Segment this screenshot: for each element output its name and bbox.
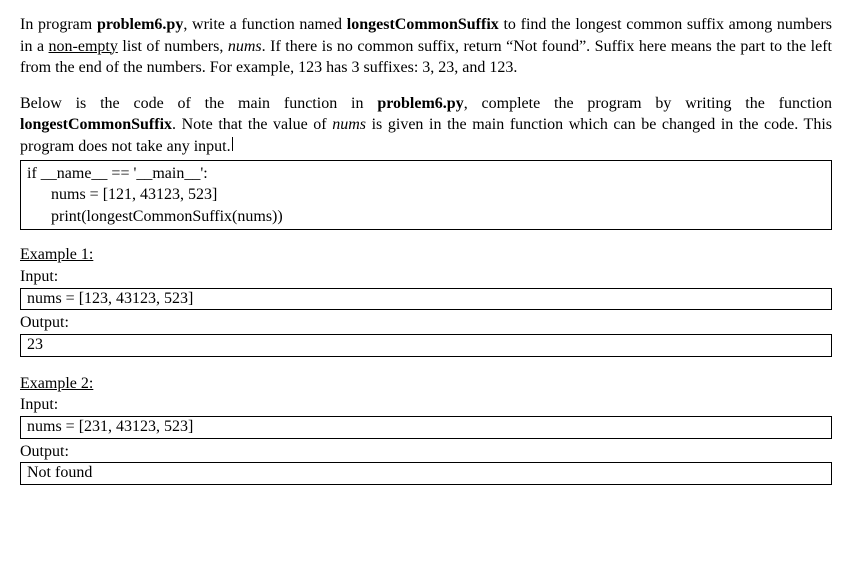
second-paragraph: Below is the code of the main function i… [20,93,832,158]
code-line: nums = [121, 43123, 523] [27,184,825,206]
example-2: Example 2: Input: nums = [231, 43123, 52… [20,373,832,485]
output-box: Not found [20,462,832,485]
text: Below is the code of the main function i… [20,95,377,112]
nums-var: nums [332,116,366,133]
example-title: Example 2: [20,373,832,395]
text: In program [20,16,97,33]
code-line: if __name__ == '__main__': [27,163,825,185]
code-line: print(longestCommonSuffix(nums)) [27,206,825,228]
output-label: Output: [20,441,832,463]
intro-paragraph: In program problem6.py, write a function… [20,14,832,79]
function-name: longestCommonSuffix [347,16,499,33]
function-name: longestCommonSuffix [20,116,172,133]
filename: problem6.py [377,95,463,112]
output-box: 23 [20,334,832,357]
example-1: Example 1: Input: nums = [123, 43123, 52… [20,244,832,356]
filename: problem6.py [97,16,183,33]
main-code-box: if __name__ == '__main__': nums = [121, … [20,160,832,231]
input-label: Input: [20,394,832,416]
text: list of numbers, [118,38,228,55]
output-label: Output: [20,312,832,334]
text: , write a function named [183,16,346,33]
example-title: Example 1: [20,244,832,266]
input-box: nums = [123, 43123, 523] [20,288,832,311]
text: , complete the program by writing the fu… [464,95,832,112]
text: . Note that the value of [172,116,332,133]
input-label: Input: [20,266,832,288]
input-box: nums = [231, 43123, 523] [20,416,832,439]
non-empty: non-empty [49,38,118,55]
nums-var: nums [228,38,262,55]
